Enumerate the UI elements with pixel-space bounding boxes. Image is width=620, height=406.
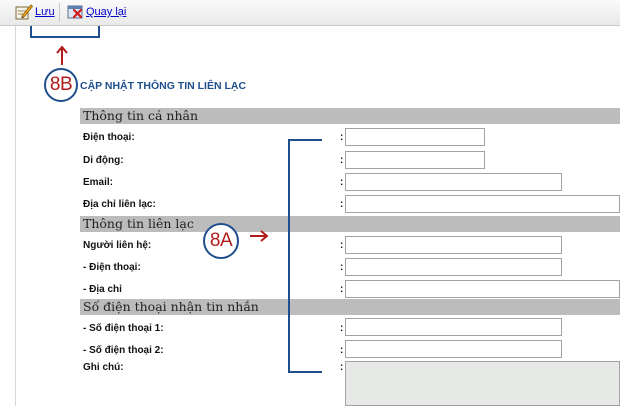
mobile-field[interactable] bbox=[345, 151, 485, 169]
contact-address-label: - Địa chỉ bbox=[83, 284, 122, 295]
colon: : bbox=[340, 199, 344, 210]
save-button-label: Lưu bbox=[35, 6, 55, 18]
contact-phone-field[interactable] bbox=[345, 258, 562, 276]
sms-phone1-label: - Số điện thoại 1: bbox=[83, 323, 164, 334]
annotation-circle-8a: 8A bbox=[203, 223, 239, 259]
section-header-contact: Thông tin liên lạc bbox=[80, 216, 620, 232]
colon: : bbox=[340, 240, 344, 251]
email-field[interactable] bbox=[345, 173, 562, 191]
colon: : bbox=[340, 284, 344, 295]
arrow-up-icon bbox=[56, 45, 68, 65]
note-textarea[interactable] bbox=[345, 361, 620, 406]
toolbar-separator bbox=[59, 3, 60, 22]
sms-phone2-field[interactable] bbox=[345, 340, 562, 358]
back-cross-icon bbox=[67, 5, 83, 19]
sms-phone2-label: - Số điện thoại 2: bbox=[83, 345, 164, 356]
section-header-personal: Thông tin cá nhân bbox=[80, 108, 620, 124]
contact-person-label: Người liên hệ: bbox=[83, 240, 152, 251]
phone-field[interactable] bbox=[345, 128, 485, 146]
colon: : bbox=[340, 177, 344, 188]
back-button-label: Quay lại bbox=[86, 6, 127, 18]
section-header-sms: Số điện thoại nhận tin nhắn bbox=[80, 299, 620, 315]
colon: : bbox=[340, 345, 344, 356]
annotation-bracket-8a bbox=[288, 139, 322, 373]
email-label: Email: bbox=[83, 177, 114, 188]
content-border bbox=[15, 26, 16, 406]
back-button[interactable]: Quay lại bbox=[67, 3, 126, 21]
sms-phone1-field[interactable] bbox=[345, 318, 562, 336]
contact-address-field[interactable] bbox=[345, 280, 620, 298]
colon: : bbox=[340, 362, 344, 373]
note-label: Ghi chú: bbox=[83, 362, 124, 373]
annotation-circle-8b: 8B bbox=[44, 68, 78, 102]
mobile-label: Di động: bbox=[83, 155, 124, 166]
colon: : bbox=[340, 132, 344, 143]
contact-phone-label: - Điện thoại: bbox=[83, 262, 141, 273]
save-pencil-icon bbox=[15, 4, 33, 20]
address-label: Địa chỉ liên lạc: bbox=[83, 199, 156, 210]
colon: : bbox=[340, 262, 344, 273]
arrow-right-icon bbox=[250, 230, 269, 242]
page-title: CẬP NHẬT THÔNG TIN LIÊN LẠC bbox=[80, 80, 247, 92]
annotation-bracket-8b bbox=[30, 26, 100, 38]
contact-person-field[interactable] bbox=[345, 236, 562, 254]
colon: : bbox=[340, 155, 344, 166]
address-field[interactable] bbox=[345, 195, 620, 213]
colon: : bbox=[340, 323, 344, 334]
toolbar: Lưu Quay lại bbox=[0, 0, 620, 26]
phone-label: Điện thoại: bbox=[83, 132, 135, 143]
save-button[interactable]: Lưu bbox=[15, 3, 55, 21]
